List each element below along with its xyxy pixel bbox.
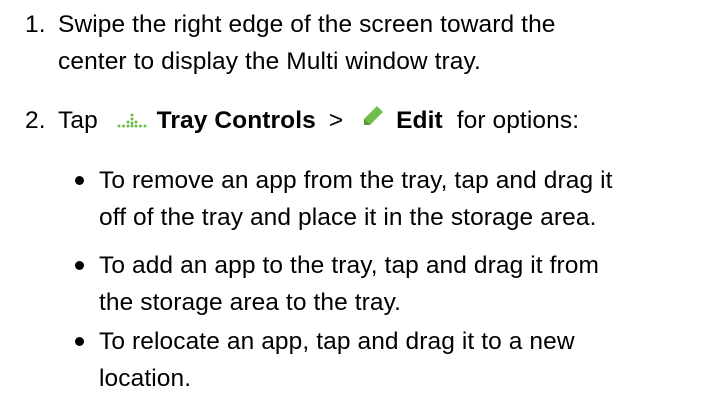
step-1-line-2: center to display the Multi window tray. [58,48,481,75]
bullet-dot [75,337,84,346]
step-2-separator: > [328,107,344,134]
pencil-icon [360,103,386,140]
edit-label: Edit [396,107,443,134]
bullet-1-text: To remove an app from the tray, tap and … [99,162,613,236]
step-1-line-1: Swipe the right edge of the screen towar… [58,11,556,38]
bullet-3-line-2: location. [99,365,192,392]
step-1-number: 1. [25,11,46,38]
bullet-2-text: To add an app to the tray, tap and drag … [99,247,599,321]
step-2-text: Tap Tray Controls > Edit for options: [58,102,579,140]
dots-grid-icon [117,103,147,140]
tray-controls-label: Tray Controls [156,107,316,134]
bullet-item-3: To relocate an app, tap and drag it to a… [75,323,695,399]
bullet-1-line-1: To remove an app from the tray, tap and … [99,167,613,194]
bullet-dot [75,261,84,270]
step-1: 1. Swipe the right edge of the screen to… [25,6,705,86]
bullet-3-line-1: To relocate an app, tap and drag it to a… [99,328,575,355]
bullet-3-text: To relocate an app, tap and drag it to a… [99,323,575,397]
bullet-item-2: To add an app to the tray, tap and drag … [75,247,695,327]
step-2-number: 2. [25,107,46,134]
bullet-1-line-2: off of the tray and place it in the stor… [99,204,597,231]
bullet-2-line-1: To add an app to the tray, tap and drag … [99,252,599,279]
step-2-tap: Tap [58,107,98,134]
step-2: 2. Tap Tray Controls > Edit for options: [25,102,705,142]
bullet-2-line-2: the storage area to the tray. [99,289,402,316]
instructions-page: 1. Swipe the right edge of the screen to… [0,0,705,400]
bullet-dot [75,176,84,185]
step-2-suffix: for options: [456,107,580,134]
bullet-item-1: To remove an app from the tray, tap and … [75,162,695,242]
step-1-text: Swipe the right edge of the screen towar… [58,6,556,80]
